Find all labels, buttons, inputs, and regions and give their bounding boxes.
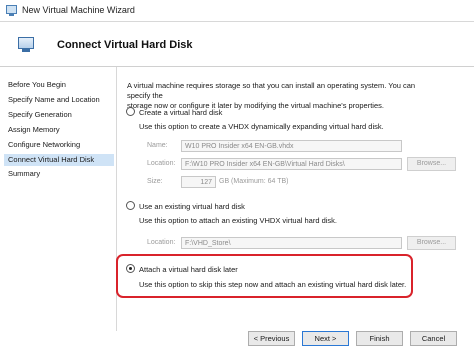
page-title: Connect Virtual Hard Disk	[57, 39, 193, 51]
wizard-steps-nav: Before You Begin Specify Name and Locati…	[0, 67, 117, 331]
create-vhd-option[interactable]: Create a virtual hard disk	[126, 107, 222, 119]
cancel-button[interactable]: Cancel	[410, 331, 457, 346]
location-label: Location:	[147, 160, 176, 167]
existing-vhd-radio[interactable]	[126, 201, 135, 210]
size-unit-text: GB (Maximum: 64 TB)	[219, 178, 289, 185]
vhd-size-input[interactable]: 127	[181, 176, 216, 188]
existing-browse-button[interactable]: Browse...	[407, 236, 456, 250]
size-label: Size:	[147, 178, 163, 185]
title-bar: New Virtual Machine Wizard	[0, 0, 474, 22]
nav-item-specify-name-location[interactable]: Specify Name and Location	[4, 94, 114, 106]
vhd-name-input[interactable]: W10 PRO Insider x64 EN-GB.vhdx	[181, 140, 402, 152]
hyper-v-icon	[6, 5, 17, 16]
wizard-footer: < Previous Next > Finish Cancel	[0, 331, 474, 358]
create-vhd-description: Use this option to create a VHDX dynamic…	[139, 122, 384, 131]
existing-location-label: Location:	[147, 239, 176, 246]
wizard-header: Connect Virtual Hard Disk	[0, 22, 474, 66]
previous-button[interactable]: < Previous	[248, 331, 295, 346]
intro-line-1: A virtual machine requires storage so th…	[127, 81, 416, 100]
existing-vhd-option[interactable]: Use an existing virtual hard disk	[126, 201, 245, 213]
create-browse-button[interactable]: Browse...	[407, 157, 456, 171]
nav-item-configure-networking[interactable]: Configure Networking	[4, 139, 114, 151]
existing-vhd-label: Use an existing virtual hard disk	[139, 202, 245, 211]
nav-item-specify-generation[interactable]: Specify Generation	[4, 109, 114, 121]
name-label: Name:	[147, 142, 168, 149]
highlight-annotation	[116, 254, 413, 298]
window-title: New Virtual Machine Wizard	[22, 5, 135, 15]
create-vhd-radio[interactable]	[126, 107, 135, 116]
existing-vhd-description: Use this option to attach an existing VH…	[139, 216, 338, 225]
vhd-location-input[interactable]: F:\W10 PRO Insider x64 EN-GB\Virtual Har…	[181, 158, 402, 170]
nav-item-assign-memory[interactable]: Assign Memory	[4, 124, 114, 136]
virtual-machine-icon	[18, 37, 34, 52]
existing-location-input[interactable]: F:\VHD_Store\	[181, 237, 402, 249]
nav-item-connect-virtual-hard-disk[interactable]: Connect Virtual Hard Disk	[4, 154, 114, 166]
nav-item-before-you-begin[interactable]: Before You Begin	[4, 79, 114, 91]
create-vhd-label: Create a virtual hard disk	[139, 108, 223, 117]
finish-button[interactable]: Finish	[356, 331, 403, 346]
nav-item-summary[interactable]: Summary	[4, 168, 114, 180]
next-button[interactable]: Next >	[302, 331, 349, 346]
